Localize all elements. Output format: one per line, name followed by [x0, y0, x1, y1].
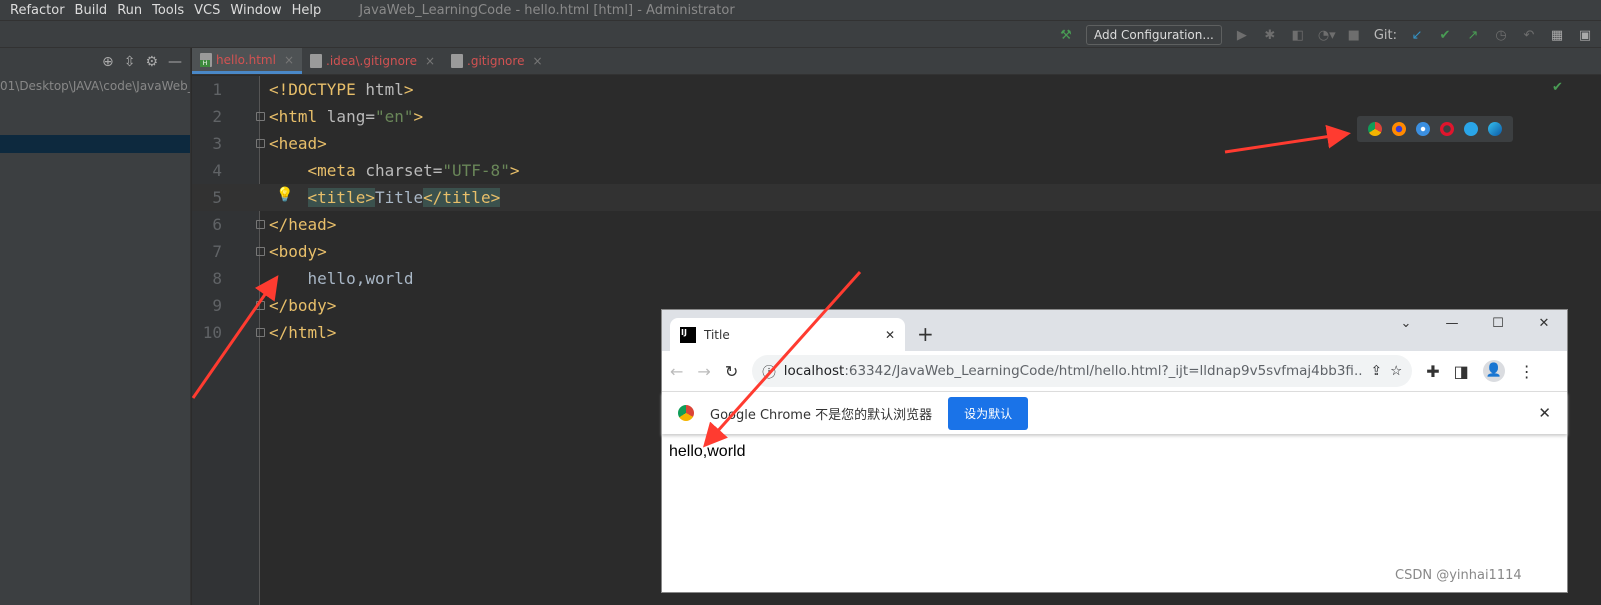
annotation-arrows — [191, 124, 1351, 448]
arrow-to-page-text — [702, 270, 862, 448]
arrow-to-browser-icons — [1224, 124, 1351, 154]
arrow-to-body — [191, 275, 279, 399]
